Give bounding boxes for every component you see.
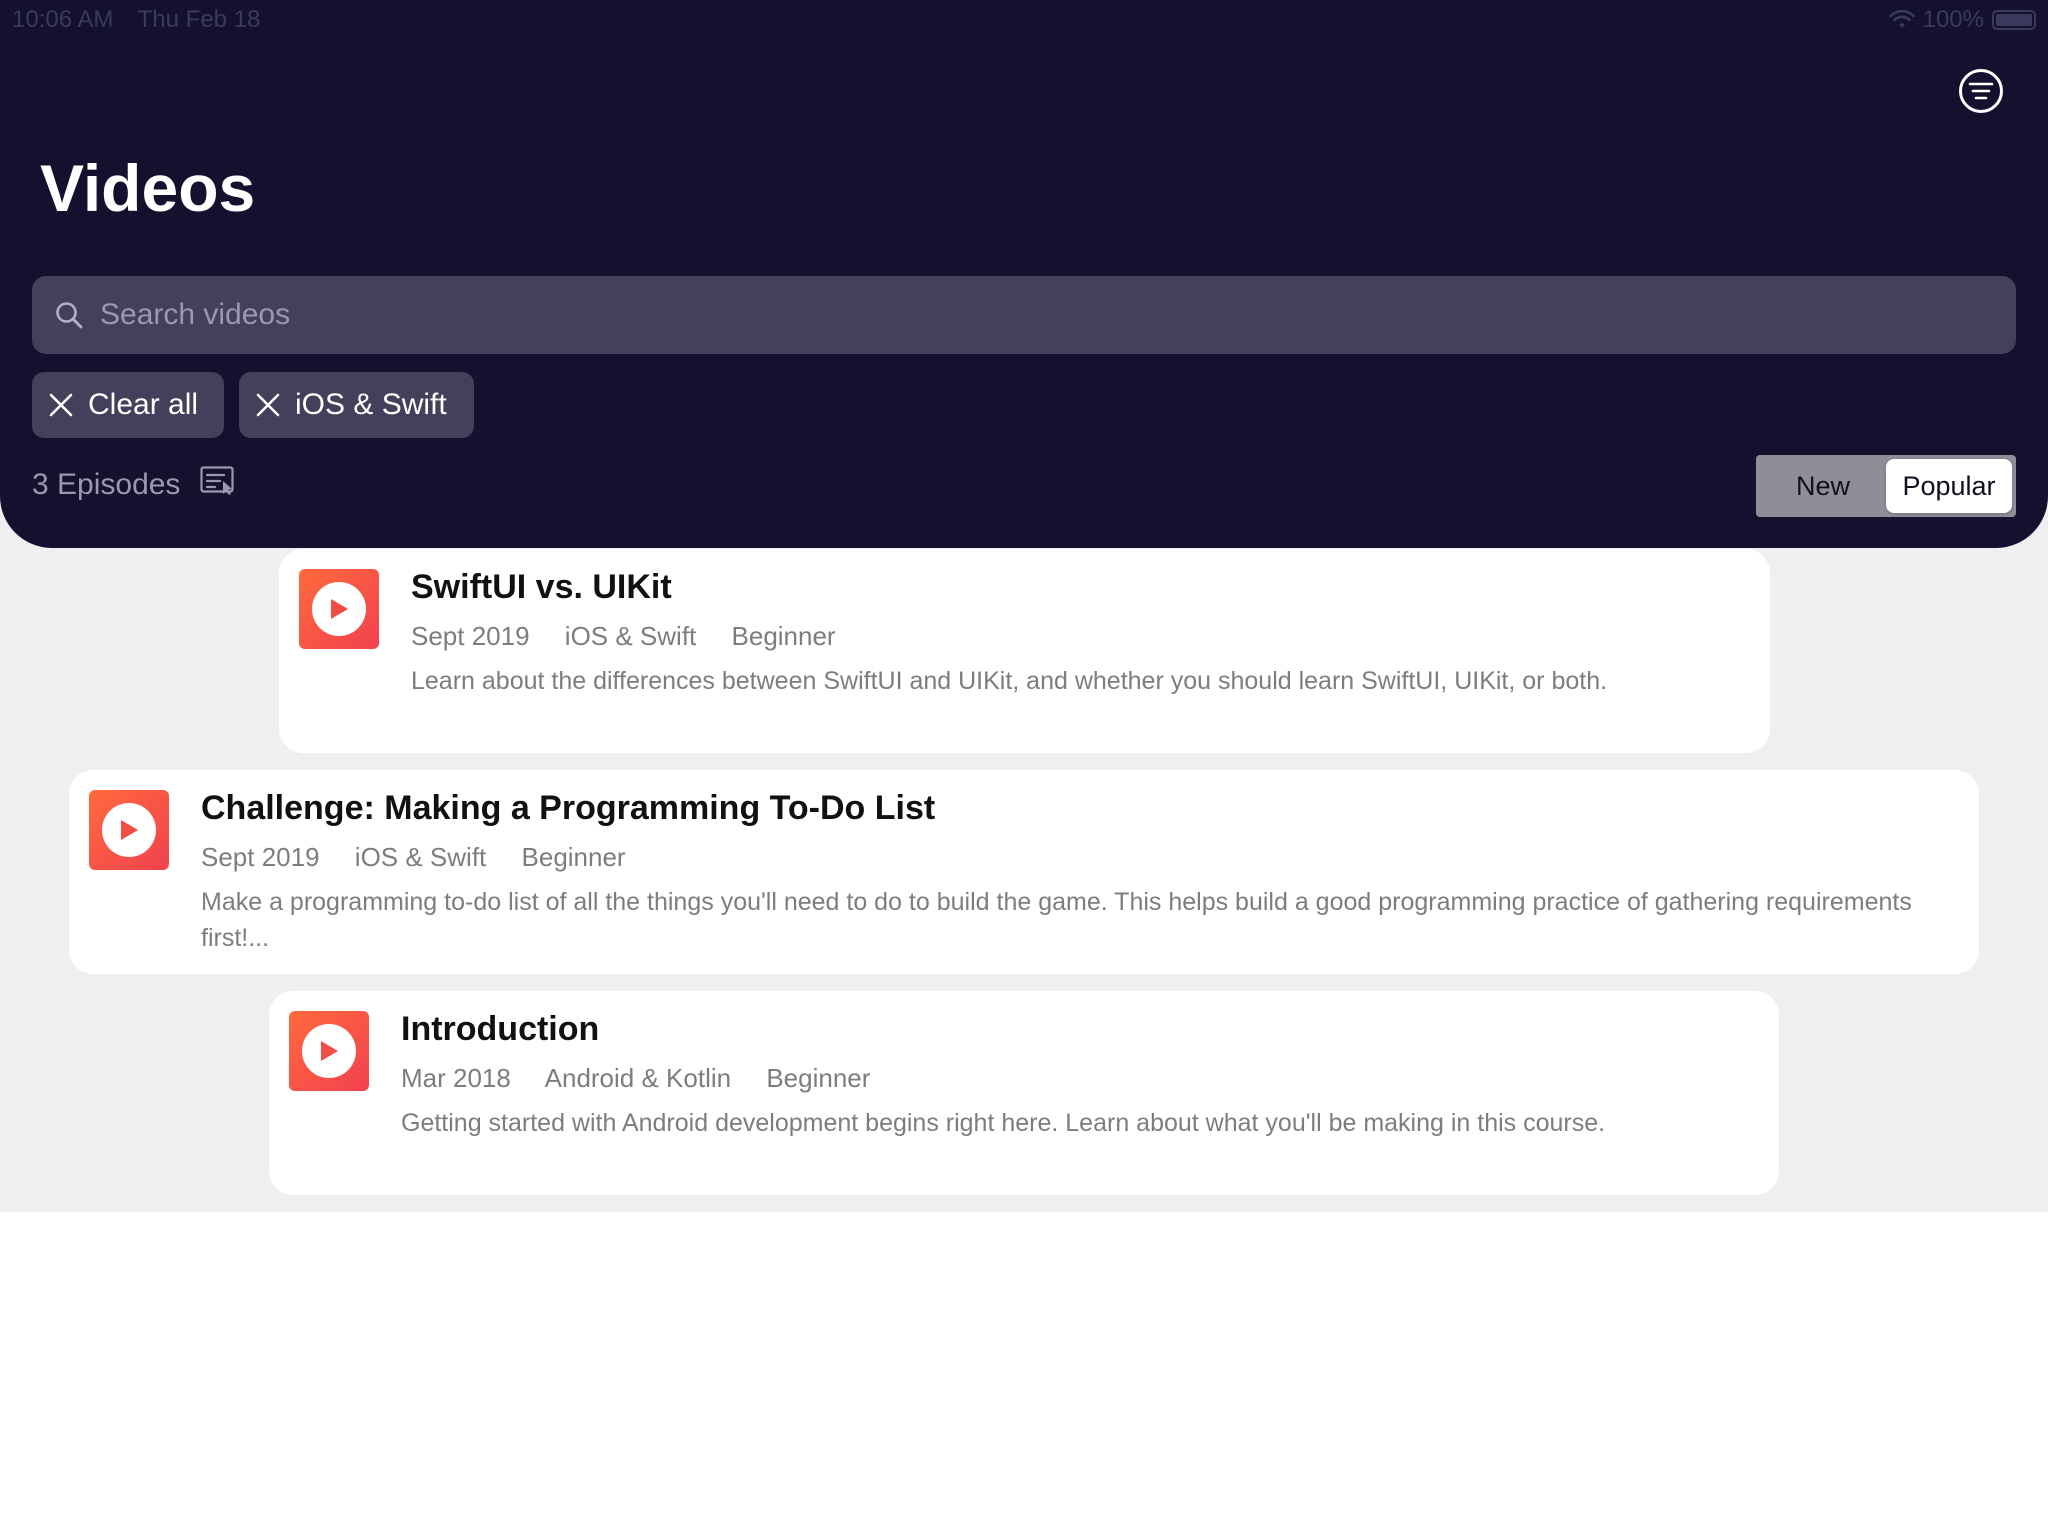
download-select-icon (200, 466, 235, 495)
video-meta: Sept 2019 iOS & Swift Beginner (201, 840, 1939, 874)
video-level: Beginner (731, 621, 836, 651)
search-bar[interactable] (32, 276, 2016, 354)
video-thumbnail (289, 1011, 369, 1091)
sort-popular-option[interactable]: Popular (1886, 459, 2012, 513)
status-date: Thu Feb 18 (137, 6, 261, 33)
video-platform: iOS & Swift (354, 842, 487, 872)
status-time: 10:06 AM (12, 6, 114, 33)
video-meta: Mar 2018 Android & Kotlin Beginner (401, 1061, 1739, 1095)
video-level: Beginner (766, 1063, 871, 1093)
battery-icon (1992, 10, 2036, 30)
sort-segmented-control[interactable]: New Popular (1756, 455, 2016, 517)
video-meta: Sept 2019 iOS & Swift Beginner (411, 619, 1730, 653)
download-select-button[interactable] (200, 466, 235, 504)
clear-all-chip[interactable]: Clear all (32, 372, 224, 438)
video-description: Make a programming to-do list of all the… (201, 888, 1912, 952)
video-description: Learn about the differences between Swif… (411, 667, 1608, 695)
filter-button[interactable] (1958, 68, 2004, 114)
video-card[interactable]: Introduction Mar 2018 Android & Kotlin B… (269, 991, 1779, 1195)
video-thumbnail (299, 569, 379, 649)
clear-all-label: Clear all (88, 388, 199, 421)
video-date: Mar 2018 (401, 1063, 511, 1093)
episode-count: 3 Episodes (32, 466, 235, 504)
video-card[interactable]: SwiftUI vs. UIKit Sept 2019 iOS & Swift … (279, 549, 1770, 753)
video-title: SwiftUI vs. UIKit (411, 568, 672, 606)
search-input[interactable] (98, 284, 2016, 346)
page-title: Videos (40, 151, 256, 225)
wifi-icon (1888, 10, 1915, 28)
video-thumbnail (89, 790, 169, 870)
video-platform: iOS & Swift (564, 621, 697, 651)
play-icon (321, 1041, 338, 1061)
play-icon (121, 820, 138, 840)
filter-chip-label: iOS & Swift (295, 388, 447, 421)
filter-chip-ios-swift[interactable]: iOS & Swift (239, 372, 474, 438)
filter-lines-circle-icon (1959, 69, 2003, 113)
video-title: Introduction (401, 1010, 600, 1048)
close-icon (256, 393, 280, 417)
video-level: Beginner (521, 842, 626, 872)
play-icon (331, 599, 348, 619)
video-platform: Android & Kotlin (544, 1063, 732, 1093)
video-date: Sept 2019 (201, 842, 320, 872)
video-description: Getting started with Android development… (401, 1109, 1606, 1137)
header: 10:06 AM Thu Feb 18 100% Videos Search v… (0, 0, 2048, 548)
battery-percent: 100% (1922, 6, 1984, 33)
video-date: Sept 2019 (411, 621, 530, 651)
status-bar: 10:06 AM Thu Feb 18 100% (0, 0, 2048, 40)
close-icon (49, 393, 73, 417)
episode-count-label: 3 Episodes (32, 468, 181, 501)
video-card[interactable]: Challenge: Making a Programming To-Do Li… (69, 770, 1979, 974)
sort-new-option[interactable]: New (1760, 459, 1886, 513)
video-title: Challenge: Making a Programming To-Do Li… (201, 789, 936, 827)
search-icon (56, 302, 83, 329)
